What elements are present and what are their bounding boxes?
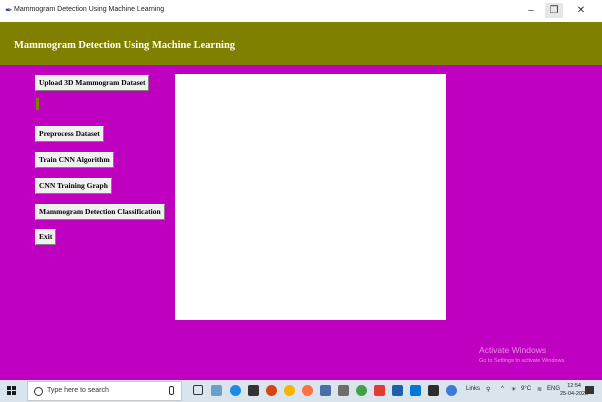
windows-start-icon[interactable] (7, 386, 17, 396)
window-titlebar: ✒ Mammogram Detection Using Machine Lear… (0, 0, 602, 22)
search-icon (34, 387, 43, 396)
file-explorer-icon[interactable] (320, 385, 331, 396)
activation-watermark-title: Activate Windows (479, 345, 547, 355)
tray-language[interactable]: ENG (547, 386, 560, 392)
chevron-up-icon[interactable]: ^ (501, 386, 504, 392)
microphone-icon[interactable] (169, 386, 174, 395)
tray-temperature: 9°C (521, 386, 532, 392)
cnn-training-graph-button[interactable]: CNN Training Graph (35, 178, 112, 194)
detection-classification-button[interactable]: Mammogram Detection Classification (35, 204, 165, 220)
edge-browser-icon[interactable] (230, 385, 241, 396)
python-icon[interactable] (446, 385, 457, 396)
notification-icon[interactable] (585, 386, 594, 394)
chrome-icon[interactable] (284, 385, 295, 396)
app-icon-2[interactable] (266, 385, 277, 396)
tray-links[interactable]: Links (466, 386, 480, 392)
restore-button[interactable]: ❐ (545, 3, 563, 18)
app-icon-9[interactable] (428, 385, 439, 396)
upload-dataset-button[interactable]: Upload 3D Mammogram Dataset (35, 75, 150, 91)
activation-watermark-subtitle: Go to Settings to activate Windows. (479, 358, 566, 364)
people-icon[interactable]: ⚲ (486, 386, 490, 393)
weather-icon[interactable]: ☀ (511, 386, 516, 393)
clock-date: 25-04-2023 (560, 391, 589, 397)
app-icon-7[interactable] (392, 385, 403, 396)
task-view-icon[interactable] (193, 385, 203, 395)
app-icon-6[interactable] (374, 385, 385, 396)
page-title: Mammogram Detection Using Machine Learni… (14, 40, 236, 51)
preprocess-dataset-button[interactable]: Preprocess Dataset (35, 126, 104, 142)
dataset-path-label (36, 98, 39, 110)
clock-time: 12:54 (567, 383, 581, 389)
taskbar-search-input[interactable]: Type here to search (27, 381, 182, 401)
app-header: Mammogram Detection Using Machine Learni… (0, 22, 602, 65)
minimize-button[interactable]: – (522, 3, 540, 18)
close-button[interactable]: ✕ (572, 3, 590, 18)
exit-button[interactable]: Exit (35, 229, 57, 245)
output-text-area[interactable] (175, 74, 446, 320)
search-placeholder: Type here to search (47, 387, 109, 394)
window-title: Mammogram Detection Using Machine Learni… (14, 6, 165, 13)
app-icon-5[interactable] (356, 385, 367, 396)
train-cnn-button[interactable]: Train CNN Algorithm (35, 152, 114, 168)
feather-icon: ✒ (5, 5, 13, 15)
taskbar-clock[interactable]: 12:54 25-04-2023 (560, 382, 588, 398)
app-icon-8[interactable] (410, 385, 421, 396)
app-icon-3[interactable] (302, 385, 313, 396)
network-icon[interactable]: ≋ (537, 386, 542, 393)
store-icon[interactable] (248, 385, 259, 396)
app-icon-1[interactable] (211, 385, 222, 396)
app-icon-4[interactable] (338, 385, 349, 396)
